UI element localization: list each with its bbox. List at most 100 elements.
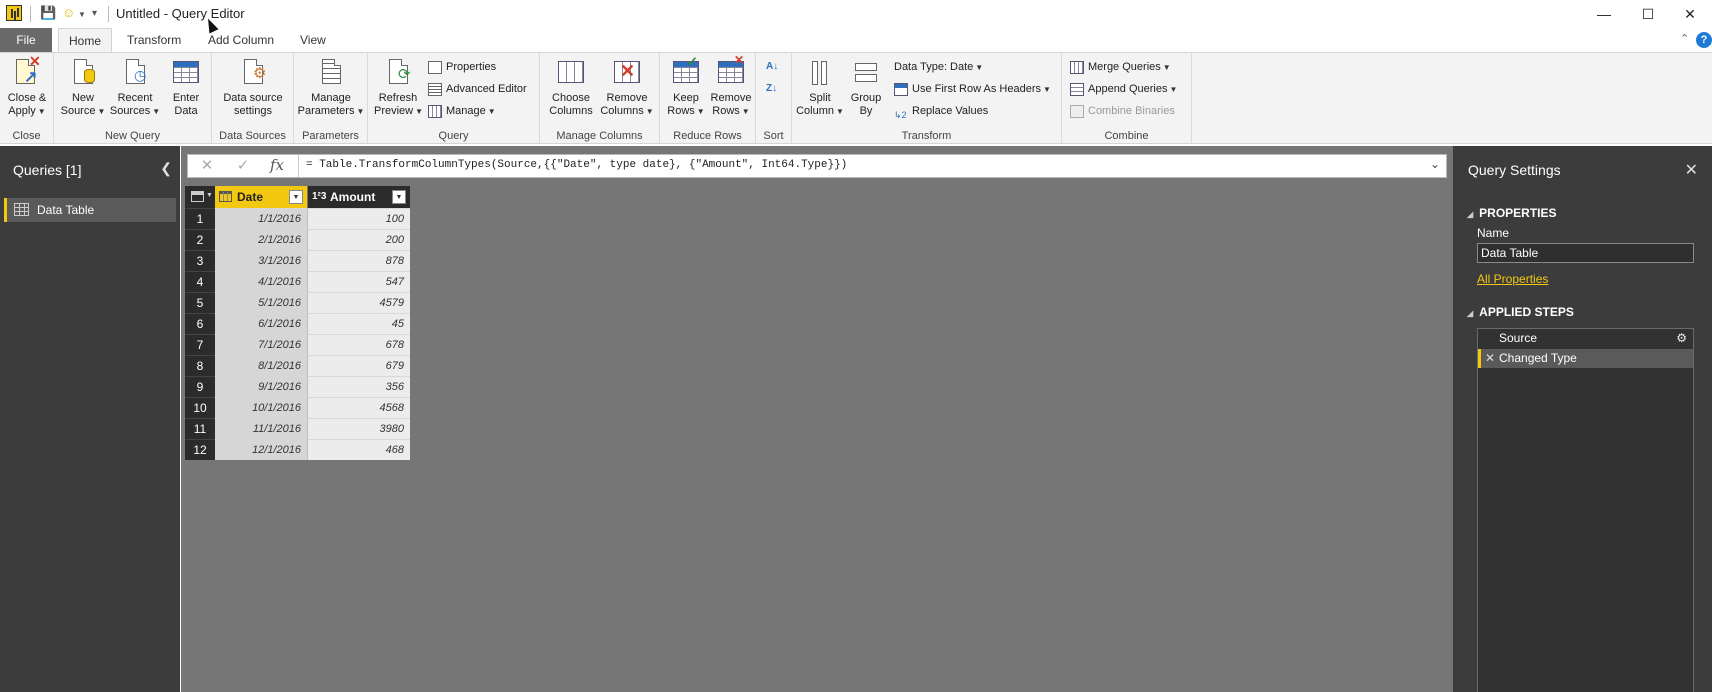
cell-amount[interactable]: 468 [308, 439, 410, 460]
customize-toolbar-icon[interactable]: ▾ [92, 8, 97, 19]
cell-date[interactable]: 1/1/2016 [215, 208, 308, 229]
row-number[interactable]: 6 [185, 313, 215, 334]
table-menu-button[interactable]: ▼ [185, 186, 215, 208]
cell-amount[interactable]: 878 [308, 250, 410, 271]
row-number[interactable]: 11 [185, 418, 215, 439]
row-number[interactable]: 4 [185, 271, 215, 292]
cell-date[interactable]: 8/1/2016 [215, 355, 308, 376]
column-header-date[interactable]: Date ▼ [215, 186, 308, 208]
refresh-preview-button[interactable]: ⟳ Refresh Preview ▼ [374, 57, 423, 118]
help-icon[interactable]: ? [1696, 32, 1712, 48]
cell-date[interactable]: 4/1/2016 [215, 271, 308, 292]
query-name-input[interactable] [1477, 243, 1694, 263]
close-button[interactable]: ✕ [1668, 0, 1712, 28]
tab-home[interactable]: Home [58, 28, 113, 53]
row-number[interactable]: 9 [185, 376, 215, 397]
row-number[interactable]: 5 [185, 292, 215, 313]
properties-button[interactable]: Properties [428, 57, 496, 77]
commit-formula-icon[interactable]: ✓ [228, 157, 258, 175]
sort-descending-icon[interactable]: Z↓ [766, 79, 777, 99]
step-source[interactable]: Source ⚙ [1478, 329, 1693, 348]
group-label-sort: Sort [763, 130, 784, 142]
choose-columns-button[interactable]: Choose Columns [546, 57, 596, 118]
save-icon[interactable]: 💾 [40, 5, 56, 21]
cancel-formula-icon[interactable]: ✕ [192, 157, 222, 175]
column-filter-dropdown[interactable]: ▼ [289, 190, 303, 204]
append-queries-button[interactable]: Append Queries ▼ [1070, 79, 1177, 99]
new-source-button[interactable]: New Source ▼ [60, 57, 106, 118]
data-source-settings-button[interactable]: ⚙ Data source settings [216, 57, 290, 118]
row-number[interactable]: 2 [185, 229, 215, 250]
cell-amount[interactable]: 100 [308, 208, 410, 229]
keep-rows-label: Keep [673, 92, 699, 104]
cell-amount[interactable]: 547 [308, 271, 410, 292]
smiley-dropdown-icon[interactable]: ▼ [78, 10, 86, 19]
properties-section-header[interactable]: ◢ PROPERTIES [1467, 206, 1557, 220]
cell-date[interactable]: 5/1/2016 [215, 292, 308, 313]
row-number[interactable]: 3 [185, 250, 215, 271]
combine-binaries-button[interactable]: Combine Binaries [1070, 101, 1175, 121]
cell-amount[interactable]: 678 [308, 334, 410, 355]
cell-amount[interactable]: 679 [308, 355, 410, 376]
gear-icon[interactable]: ⚙ [1676, 329, 1687, 348]
cell-amount[interactable]: 3980 [308, 418, 410, 439]
cell-date[interactable]: 12/1/2016 [215, 439, 308, 460]
tab-transform[interactable]: Transform [117, 28, 191, 52]
maximize-button[interactable]: ☐ [1626, 0, 1670, 28]
remove-rows-button[interactable]: ✕ Remove Rows ▼ [708, 54, 754, 118]
query-item-data-table[interactable]: Data Table [4, 198, 176, 222]
advanced-editor-button[interactable]: Advanced Editor [428, 79, 527, 99]
title-bar: 💾 ☺ ▼ ▾ Untitled - Query Editor — ☐ ✕ [0, 0, 1712, 28]
group-by-label: Group [850, 92, 882, 104]
cell-amount[interactable]: 45 [308, 313, 410, 334]
cell-date[interactable]: 3/1/2016 [215, 250, 308, 271]
row-number[interactable]: 7 [185, 334, 215, 355]
tab-view[interactable]: View [290, 28, 336, 52]
merge-queries-button[interactable]: Merge Queries ▼ [1070, 57, 1171, 77]
cell-date[interactable]: 11/1/2016 [215, 418, 308, 439]
use-first-row-headers-button[interactable]: Use First Row As Headers ▼ [894, 79, 1051, 99]
cell-amount[interactable]: 4568 [308, 397, 410, 418]
collapse-ribbon-icon[interactable]: ⌃ [1680, 32, 1689, 45]
divider [30, 6, 31, 22]
split-column-button[interactable]: Split Column ▼ [796, 57, 844, 118]
cell-amount[interactable]: 200 [308, 229, 410, 250]
smiley-icon[interactable]: ☺ [62, 5, 75, 20]
manage-parameters-button[interactable]: Manage Parameters ▼ [296, 57, 366, 118]
cell-amount[interactable]: 4579 [308, 292, 410, 313]
minimize-button[interactable]: — [1582, 0, 1626, 28]
cell-date[interactable]: 10/1/2016 [215, 397, 308, 418]
step-changed-type[interactable]: ✕ Changed Type [1478, 349, 1693, 368]
row-number[interactable]: 1 [185, 208, 215, 229]
all-properties-link[interactable]: All Properties [1477, 272, 1548, 286]
remove-columns-button[interactable]: ✕ Remove Columns ▼ [598, 57, 656, 118]
row-number[interactable]: 8 [185, 355, 215, 376]
sort-ascending-icon[interactable]: A↓ [766, 57, 778, 77]
enter-data-button[interactable]: Enter Data [164, 57, 208, 118]
cell-date[interactable]: 2/1/2016 [215, 229, 308, 250]
row-number[interactable]: 10 [185, 397, 215, 418]
applied-steps-section-header[interactable]: ◢ APPLIED STEPS [1467, 305, 1574, 319]
recent-sources-button[interactable]: ◷ Recent Sources ▼ [108, 57, 162, 118]
close-icon[interactable]: ✕ [1685, 160, 1698, 180]
cell-date[interactable]: 9/1/2016 [215, 376, 308, 397]
manage-parameters-label-2: Parameters ▼ [297, 105, 365, 117]
expand-formula-icon[interactable]: ⌄ [1430, 157, 1440, 171]
group-by-button[interactable]: Group By [846, 57, 886, 118]
replace-values-button[interactable]: ↳2 Replace Values [894, 101, 988, 121]
column-header-amount[interactable]: 1²3 Amount ▼ [308, 186, 410, 208]
manage-button[interactable]: Manage ▼ [428, 101, 496, 121]
tab-file[interactable]: File [0, 28, 52, 52]
data-type-dropdown[interactable]: Data Type: Date ▼ [894, 57, 983, 77]
cell-date[interactable]: 6/1/2016 [215, 313, 308, 334]
fx-icon[interactable]: fx [270, 156, 284, 174]
close-apply-button[interactable]: ✕ ↗ Close & Apply ▼ [4, 54, 50, 118]
column-filter-dropdown[interactable]: ▼ [392, 190, 406, 204]
cell-date[interactable]: 7/1/2016 [215, 334, 308, 355]
cell-amount[interactable]: 356 [308, 376, 410, 397]
row-number[interactable]: 12 [185, 439, 215, 460]
formula-input[interactable]: = Table.TransformColumnTypes(Source,{{"D… [306, 159, 847, 171]
delete-step-icon[interactable]: ✕ [1485, 349, 1495, 368]
keep-rows-button[interactable]: ✓ Keep Rows ▼ [664, 55, 708, 118]
collapse-pane-icon[interactable]: ❮ [160, 160, 172, 177]
